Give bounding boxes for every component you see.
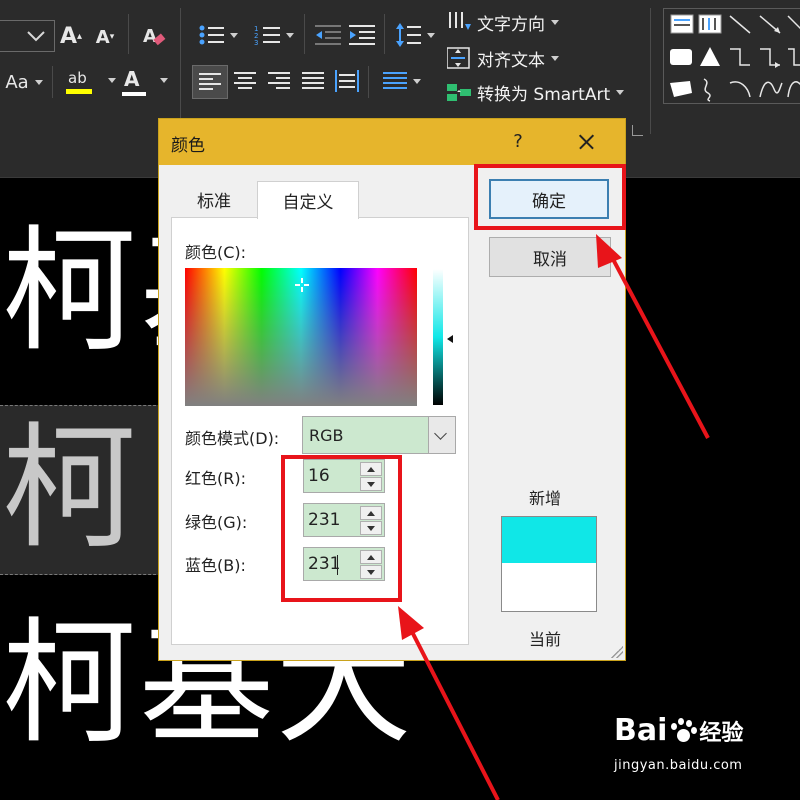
color-model-select[interactable]: RGB <box>302 416 456 454</box>
convert-smartart-label: 转换为 SmartArt <box>477 84 611 105</box>
grow-font-letter: A <box>59 23 77 49</box>
highlight-ok-box <box>474 164 626 230</box>
highlight-letters: ab <box>68 68 87 87</box>
bullet-list-icon <box>199 25 224 45</box>
close-icon[interactable] <box>571 128 601 156</box>
red-label: 红色(R): <box>185 469 246 488</box>
change-case-button[interactable]: Aa <box>2 68 46 96</box>
text-direction-label: 文字方向 <box>477 14 545 35</box>
current-color-label: 当前 <box>529 630 562 649</box>
paw-icon <box>668 717 698 747</box>
watermark-logo: Bai 经验 <box>614 713 743 748</box>
dialog-title-bar[interactable]: 颜色 ? <box>159 119 625 165</box>
watermark-url: jingyan.baidu.com <box>614 758 743 773</box>
luminance-arrow-icon[interactable] <box>447 335 453 343</box>
resize-grip-icon[interactable] <box>611 646 623 658</box>
blue-label: 蓝色(B): <box>185 556 246 575</box>
smartart-icon <box>447 80 471 104</box>
help-button[interactable]: ? <box>505 129 531 155</box>
line-spacing-button[interactable] <box>392 20 438 50</box>
align-right-button[interactable] <box>262 65 296 97</box>
decrease-indent-button[interactable] <box>312 20 344 50</box>
distributed-button[interactable] <box>330 65 364 97</box>
green-label: 绿色(G): <box>185 513 248 532</box>
svg-text:A: A <box>143 26 157 47</box>
increase-indent-icon <box>349 25 375 45</box>
font-size-dropdown[interactable] <box>0 20 55 52</box>
shapes-gallery <box>663 8 800 104</box>
font-color-letter: A <box>124 66 140 91</box>
color-model-value: RGB <box>309 426 344 445</box>
slide-text-line-1[interactable]: 柯 <box>2 224 139 359</box>
watermark-brand-left: Bai <box>614 713 668 748</box>
crosshair-icon <box>295 278 309 292</box>
highlight-color-button[interactable]: ab <box>62 64 116 98</box>
shrink-font-letter: A <box>95 26 110 48</box>
color-preview <box>501 516 597 612</box>
dialog-title: 颜色 <box>171 136 205 156</box>
svg-text:3: 3 <box>254 39 258 47</box>
convert-smartart-button[interactable]: 转换为 SmartArt <box>447 78 625 106</box>
baidu-watermark: Bai 经验 jingyan.baidu.com <box>614 713 800 800</box>
justify-button[interactable] <box>296 65 330 97</box>
distributed-icon <box>335 70 359 92</box>
text-direction-button[interactable]: 文字方向 <box>447 8 559 36</box>
align-text-label: 对齐文本 <box>477 50 545 71</box>
slide-text-line-2[interactable]: 柯 <box>2 421 139 556</box>
text-direction-icon <box>447 10 471 34</box>
justify-icon <box>302 72 324 89</box>
change-case-label: Aa <box>5 71 29 93</box>
new-color-swatch <box>502 517 596 563</box>
chevron-down-icon <box>27 31 45 42</box>
decrease-indent-icon <box>315 25 341 45</box>
colors-label: 颜色(C): <box>185 243 247 262</box>
align-left-icon <box>199 73 221 90</box>
align-center-icon <box>234 72 256 89</box>
align-left-button[interactable] <box>192 65 228 99</box>
line-spacing-icon <box>396 23 421 47</box>
columns-button[interactable] <box>376 65 428 97</box>
highlight-rgb-box <box>281 455 402 602</box>
clear-formatting-button[interactable]: A <box>140 22 168 50</box>
increase-indent-button[interactable] <box>346 20 378 50</box>
font-color-button[interactable]: A <box>118 64 168 98</box>
tab-custom[interactable]: 自定义 <box>257 181 359 219</box>
eraser-icon: A <box>143 26 166 47</box>
align-text-button[interactable]: 对齐文本 <box>446 44 559 72</box>
dialog-launcher-icon[interactable] <box>632 125 643 136</box>
shrink-font-button[interactable]: A ▾ <box>92 24 118 50</box>
cancel-button[interactable]: 取消 <box>489 237 611 277</box>
tab-standard[interactable]: 标准 <box>171 181 257 217</box>
chevron-down-icon[interactable] <box>428 417 455 453</box>
numbered-list-icon: 123 <box>254 25 280 47</box>
luminance-slider[interactable] <box>433 269 443 405</box>
watermark-brand-right: 经验 <box>699 721 744 746</box>
color-model-label: 颜色模式(D): <box>185 429 280 448</box>
shapes-icons <box>670 14 800 102</box>
bullets-button[interactable] <box>194 20 242 50</box>
new-color-label: 新增 <box>529 489 562 508</box>
align-right-icon <box>268 72 290 89</box>
align-text-icon <box>446 46 471 70</box>
numbering-button[interactable]: 123 <box>250 20 298 50</box>
align-center-button[interactable] <box>228 65 262 97</box>
columns-icon <box>383 72 407 89</box>
grow-font-button[interactable]: A ▴ <box>58 22 84 50</box>
current-color-swatch <box>502 563 596 611</box>
